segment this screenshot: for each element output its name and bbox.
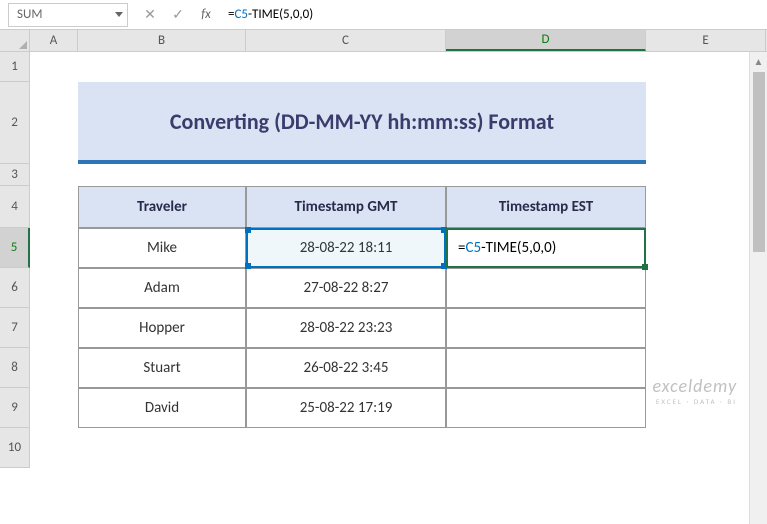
cell-b6[interactable]: Adam bbox=[78, 268, 246, 308]
cell-b9[interactable]: David bbox=[78, 388, 246, 428]
name-box[interactable]: SUM bbox=[8, 3, 128, 27]
formula-input[interactable]: =C5-TIME(5,0,0) bbox=[220, 3, 767, 27]
name-box-value: SUM bbox=[17, 7, 42, 22]
col-header-e[interactable]: E bbox=[646, 30, 766, 51]
cell-b5[interactable]: Mike bbox=[78, 228, 246, 268]
row-header-4[interactable]: 4 bbox=[0, 186, 30, 228]
column-headers: A B C D E bbox=[0, 30, 767, 52]
cell-b7[interactable]: Hopper bbox=[78, 308, 246, 348]
cell-c8[interactable]: 26-08-22 3:45 bbox=[246, 348, 446, 388]
row-header-8[interactable]: 8 bbox=[0, 348, 30, 388]
formula-suffix: -TIME(5,0,0) bbox=[248, 7, 313, 22]
dropdown-icon[interactable] bbox=[115, 12, 123, 17]
cell-b8[interactable]: Stuart bbox=[78, 348, 246, 388]
row-header-6[interactable]: 6 bbox=[0, 268, 30, 308]
row-header-9[interactable]: 9 bbox=[0, 388, 30, 428]
row-headers: 1 2 3 4 5 6 7 8 9 10 bbox=[0, 52, 30, 468]
row-header-2[interactable]: 2 bbox=[0, 82, 30, 164]
row-header-10[interactable]: 10 bbox=[0, 428, 30, 468]
title-merged-cell[interactable]: Converting (DD-MM-YY hh:mm:ss) Format bbox=[78, 82, 646, 164]
table-row: Stuart 26-08-22 3:45 bbox=[78, 348, 646, 388]
formula-bar: SUM ✕ ✓ fx =C5-TIME(5,0,0) bbox=[0, 0, 767, 30]
cell-c7[interactable]: 28-08-22 23:23 bbox=[246, 308, 446, 348]
col-header-d[interactable]: D bbox=[446, 30, 646, 51]
cell-d9[interactable] bbox=[446, 388, 646, 428]
watermark-main: exceldemy bbox=[652, 375, 737, 397]
header-gmt[interactable]: Timestamp GMT bbox=[246, 186, 446, 228]
cell-c6[interactable]: 27-08-22 8:27 bbox=[246, 268, 446, 308]
table-header-row: Traveler Timestamp GMT Timestamp EST bbox=[78, 186, 646, 228]
header-traveler[interactable]: Traveler bbox=[78, 186, 246, 228]
triangle-icon bbox=[19, 41, 27, 49]
row-header-5[interactable]: 5 bbox=[0, 228, 30, 268]
fill-handle-icon[interactable] bbox=[642, 264, 648, 270]
scroll-up-icon[interactable]: ▲ bbox=[750, 52, 767, 70]
cell-c5[interactable]: 28-08-22 18:11 bbox=[246, 228, 446, 268]
col-header-b[interactable]: B bbox=[78, 30, 246, 51]
cell-c9[interactable]: 25-08-22 17:19 bbox=[246, 388, 446, 428]
active-prefix: = bbox=[458, 239, 465, 257]
formula-ref: C5 bbox=[234, 7, 248, 22]
cell-d8[interactable] bbox=[446, 348, 646, 388]
cell-d6[interactable] bbox=[446, 268, 646, 308]
col-header-c[interactable]: C bbox=[246, 30, 446, 51]
cell-d7[interactable] bbox=[446, 308, 646, 348]
cells-area[interactable]: Converting (DD-MM-YY hh:mm:ss) Format Tr… bbox=[30, 52, 767, 468]
row-header-3[interactable]: 3 bbox=[0, 164, 30, 186]
active-cell[interactable]: =C5-TIME(5,0,0) bbox=[446, 228, 646, 268]
enter-button[interactable]: ✓ bbox=[164, 3, 192, 27]
grid-area: 1 2 3 4 5 6 7 8 9 10 Converting (DD-MM-Y… bbox=[0, 52, 767, 468]
table-row: Adam 27-08-22 8:27 bbox=[78, 268, 646, 308]
table-row: David 25-08-22 17:19 bbox=[78, 388, 646, 428]
col-header-a[interactable]: A bbox=[30, 30, 78, 51]
active-suffix: -TIME(5,0,0) bbox=[481, 239, 556, 257]
table-row: Hopper 28-08-22 23:23 bbox=[78, 308, 646, 348]
watermark-sub: EXCEL · DATA · BI bbox=[652, 397, 737, 406]
select-all-corner[interactable] bbox=[0, 30, 30, 51]
header-est[interactable]: Timestamp EST bbox=[446, 186, 646, 228]
cancel-button[interactable]: ✕ bbox=[136, 3, 164, 27]
vertical-scrollbar[interactable]: ▲ bbox=[749, 52, 767, 524]
watermark: exceldemy EXCEL · DATA · BI bbox=[652, 375, 737, 406]
active-ref: C5 bbox=[465, 239, 481, 257]
data-table: Traveler Timestamp GMT Timestamp EST Mik… bbox=[78, 186, 646, 428]
fx-button[interactable]: fx bbox=[192, 3, 220, 27]
row-header-7[interactable]: 7 bbox=[0, 308, 30, 348]
row-header-1[interactable]: 1 bbox=[0, 52, 30, 82]
scroll-thumb[interactable] bbox=[753, 72, 765, 252]
